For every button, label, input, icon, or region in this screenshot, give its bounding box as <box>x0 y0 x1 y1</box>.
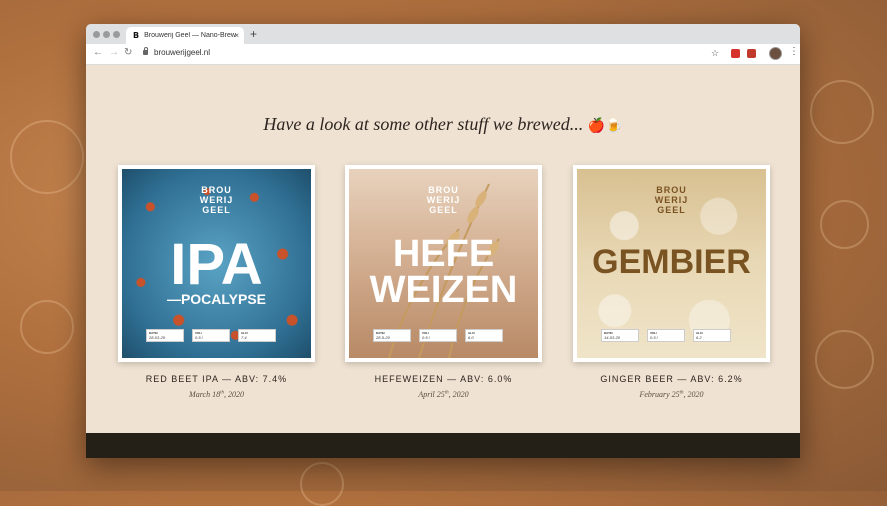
shield-extension-icon[interactable] <box>731 49 740 58</box>
beer-caption: HEFEWEIZEN — ABV: 6.0% <box>374 374 513 384</box>
label-fields: DATE/28-03-20 VOL/0.5 l ALC/7.4 <box>146 329 276 342</box>
beer-caption: RED BEET IPA — ABV: 7.4% <box>145 374 288 384</box>
page-headline: Have a look at some other stuff we brewe… <box>86 114 800 135</box>
new-tab-button[interactable]: + <box>250 27 257 41</box>
ipa-label-image: BROU WERIJ GEEL IPA —POCALYPSE DATE/28-03-… <box>122 169 311 358</box>
favicon-icon: B <box>133 31 140 40</box>
reload-icon[interactable]: ↻ <box>124 47 132 58</box>
date-field: DATE/14-03-20 <box>601 329 639 342</box>
beer-card-ipa[interactable]: BROU WERIJ GEEL IPA —POCALYPSE DATE/28-03-… <box>118 165 315 362</box>
browser-tab[interactable]: B Brouwerij Geel — Nano-Brewery × <box>126 27 244 44</box>
headline-text: Have a look at some other stuff we brewe… <box>263 114 584 134</box>
brand-logo: BROU WERIJ GEEL <box>426 185 461 215</box>
maximize-window-icon[interactable] <box>113 31 120 38</box>
label-subtitle: WEIZEN <box>369 269 518 311</box>
tab-title: Brouwerij Geel — Nano-Brewery <box>144 32 237 39</box>
label-title: IPA <box>170 232 263 297</box>
beer-date: March 18th, 2020 <box>189 390 244 399</box>
alc-field: ALC/6.2 <box>693 329 731 342</box>
browser-toolbar: ← → ↻ brouwerijgeel.nl ☆ ⋮ <box>86 44 800 65</box>
page-footer <box>86 433 800 458</box>
gembier-label-image: BROU WERIJ GEEL GEMBIER DATE/14-03-20 VOL/… <box>577 169 766 358</box>
alc-field: ALC/7.4 <box>238 329 276 342</box>
apple-beer-emoji: 🍎🍺 <box>587 118 623 134</box>
beer-date: April 25th, 2020 <box>418 390 469 399</box>
vol-field: VOL/0.5 l <box>192 329 230 342</box>
date-field: DATE/28-03-20 <box>146 329 184 342</box>
vol-field: VOL/0.5 l <box>647 329 685 342</box>
minimize-window-icon[interactable] <box>103 31 110 38</box>
date-field: DATE/28-5-20 <box>373 329 411 342</box>
alc-field: ALC/6.0 <box>465 329 503 342</box>
lock-icon <box>143 47 148 55</box>
brand-logo: BROU WERIJ GEEL <box>199 185 234 215</box>
beer-caption: GINGER BEER — ABV: 6.2% <box>600 374 743 384</box>
page-content: Have a look at some other stuff we brewe… <box>86 65 800 433</box>
beer-date: February 25th, 2020 <box>639 390 704 399</box>
profile-avatar[interactable] <box>769 47 782 60</box>
bookmark-star-icon[interactable]: ☆ <box>711 48 719 59</box>
label-subtitle: —POCALYPSE <box>166 291 267 307</box>
beer-card-hefeweizen[interactable]: BROU WERIJ GEEL HEFE WEIZEN DATE/28-5-20 V… <box>345 165 542 362</box>
vol-field: VOL/0.5 l <box>419 329 457 342</box>
browser-window: B Brouwerij Geel — Nano-Brewery × + ← → … <box>86 24 800 458</box>
label-title: GEMBIER <box>592 243 751 281</box>
back-arrow-icon[interactable]: ← <box>93 47 103 58</box>
tab-close-icon[interactable]: × <box>234 31 239 40</box>
hefeweizen-label-image: BROU WERIJ GEEL HEFE WEIZEN DATE/28-5-20 V… <box>349 169 538 358</box>
label-fields: DATE/28-5-20 VOL/0.5 l ALC/6.0 <box>373 329 503 342</box>
title-bar: B Brouwerij Geel — Nano-Brewery × + <box>86 24 800 44</box>
brand-logo: BROU WERIJ GEEL <box>654 185 689 215</box>
menu-dots-icon[interactable]: ⋮ <box>789 46 799 57</box>
label-fields: DATE/14-03-20 VOL/0.5 l ALC/6.2 <box>601 329 731 342</box>
lock-extension-icon[interactable] <box>747 49 756 58</box>
beer-card-gembier[interactable]: BROU WERIJ GEEL GEMBIER DATE/14-03-20 VOL/… <box>573 165 770 362</box>
forward-arrow-icon[interactable]: → <box>109 47 119 58</box>
address-bar[interactable]: brouwerijgeel.nl <box>154 48 210 57</box>
close-window-icon[interactable] <box>93 31 100 38</box>
